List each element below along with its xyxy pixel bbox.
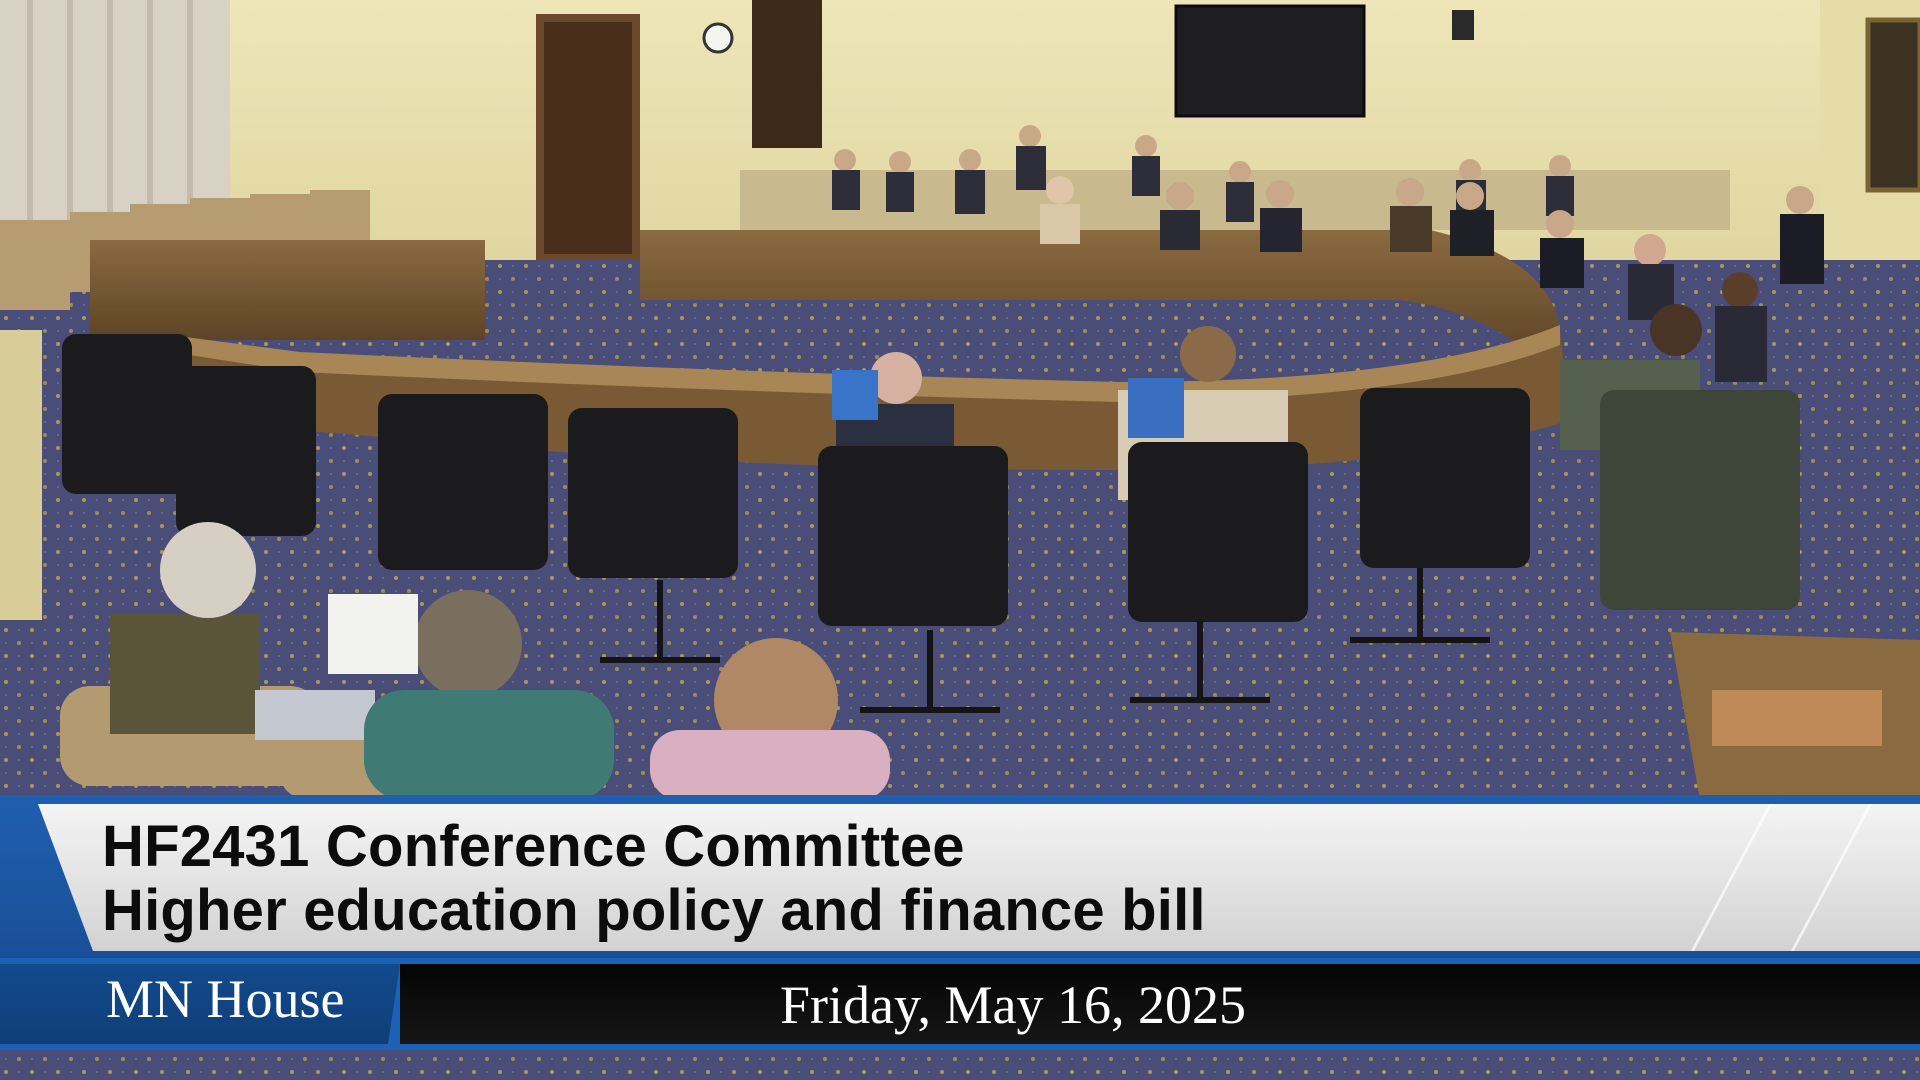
organization-label: MN House — [106, 969, 345, 1029]
audience-member-white-hair — [160, 522, 256, 618]
date-box: Friday, May 16, 2025 — [400, 964, 1920, 1044]
chyron-bottom-band: MN House Friday, May 16, 2025 — [0, 958, 1920, 1050]
chyron-title-line-2: Higher education policy and finance bill — [102, 878, 1206, 943]
left-pillar — [0, 330, 42, 620]
left-desk — [90, 240, 485, 340]
laptop-left — [832, 370, 878, 420]
papers — [328, 594, 418, 674]
center-door — [752, 0, 822, 148]
wall-painting — [1865, 17, 1920, 193]
audience-member-gray-hair — [414, 590, 522, 698]
left-door — [536, 14, 640, 262]
chyron-title-line-1: HF2431 Conference Committee — [102, 814, 965, 879]
security-camera — [1452, 10, 1474, 40]
wall-tv — [1174, 4, 1366, 118]
wall-clock — [702, 22, 734, 54]
date-label: Friday, May 16, 2025 — [780, 975, 1246, 1035]
laptop-right — [1128, 378, 1184, 438]
desk-folder — [1712, 690, 1882, 746]
lower-third-chyron: HF2431 Conference Committee Higher educa… — [0, 795, 1920, 1060]
